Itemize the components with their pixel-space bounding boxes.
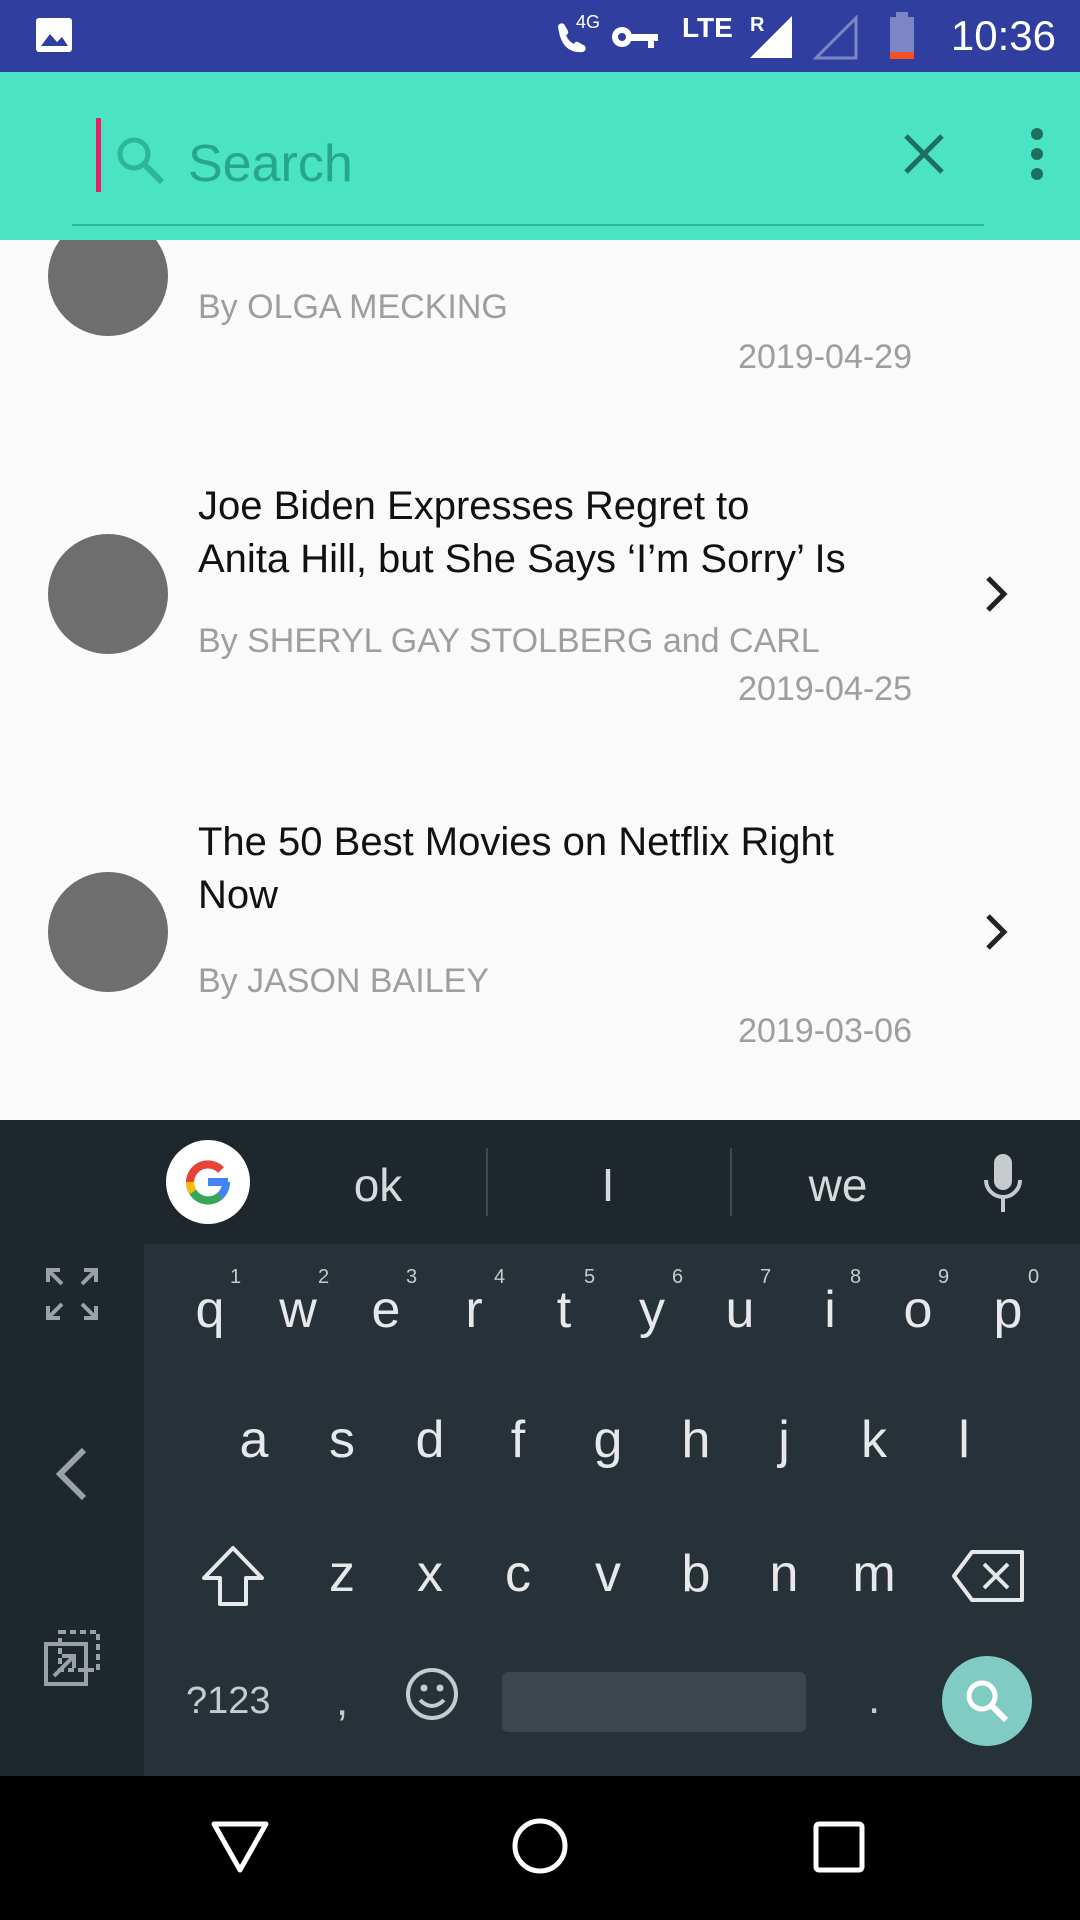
avatar [48, 534, 168, 654]
article-title: Joe Biden Expresses Regret to Anita Hill… [198, 480, 918, 586]
key-d[interactable]: d [386, 1410, 474, 1470]
key-b[interactable]: b [652, 1544, 740, 1604]
suggestion-3[interactable]: we [778, 1158, 898, 1212]
key-p[interactable]: p [964, 1280, 1052, 1340]
key-q[interactable]: q [166, 1280, 254, 1340]
article-author: By OLGA MECKING [198, 288, 508, 326]
suggestion-1[interactable]: ok [318, 1158, 438, 1212]
overflow-menu-icon[interactable] [1024, 126, 1050, 182]
key-s[interactable]: s [298, 1410, 386, 1470]
key-a[interactable]: a [210, 1410, 298, 1470]
battery-icon [890, 12, 914, 59]
article-author: By JASON BAILEY [198, 962, 489, 1000]
key-u[interactable]: u [696, 1280, 784, 1340]
article-title-line: Anita Hill, but She Says ‘I’m Sorry’ Is [198, 537, 846, 581]
key-y[interactable]: y [608, 1280, 696, 1340]
vpn-key-icon [612, 27, 658, 48]
key-j[interactable]: j [740, 1410, 828, 1470]
article-title-line: Now [198, 873, 279, 917]
key-o[interactable]: o [874, 1280, 962, 1340]
key-c[interactable]: c [474, 1544, 562, 1604]
article-title-line: The 50 Best Movies on Netflix Right [198, 820, 834, 864]
expand-icon[interactable] [44, 1266, 100, 1322]
emoji-icon[interactable] [404, 1666, 460, 1722]
article-date: 2019-03-06 [738, 1012, 912, 1050]
soft-keyboard: ok I we 1 2 3 4 5 6 7 8 9 0 q w e r t y … [0, 1120, 1080, 1776]
list-item[interactable]: Joe Biden Expresses Regret to Anita Hill… [0, 480, 1080, 816]
symbols-key[interactable]: ?123 [186, 1680, 271, 1723]
key-h[interactable]: h [652, 1410, 740, 1470]
article-list[interactable]: By OLGA MECKING 2019-04-29 Joe Biden Exp… [0, 240, 1080, 1120]
space-bar[interactable] [502, 1672, 806, 1732]
list-item[interactable]: The 50 Best Movies on Netflix Right Now … [0, 816, 1080, 1120]
nav-recents-icon[interactable] [812, 1820, 866, 1874]
avatar [48, 240, 168, 336]
gallery-icon [36, 18, 72, 52]
key-t[interactable]: t [520, 1280, 608, 1340]
key-i[interactable]: i [786, 1280, 874, 1340]
comma-key[interactable]: , [336, 1676, 348, 1726]
google-button[interactable] [166, 1140, 250, 1224]
nav-home-icon[interactable] [510, 1816, 570, 1876]
shift-icon[interactable] [198, 1544, 268, 1610]
floating-keyboard-icon[interactable] [42, 1628, 102, 1688]
suggestion-2[interactable]: I [548, 1158, 668, 1212]
chevron-right-icon [986, 576, 1008, 612]
key-n[interactable]: n [740, 1544, 828, 1604]
article-date: 2019-04-25 [738, 670, 912, 708]
article-title-line: Joe Biden Expresses Regret to [198, 484, 750, 528]
google-icon [185, 1160, 231, 1205]
suggestion-divider [486, 1148, 488, 1216]
key-x[interactable]: x [386, 1544, 474, 1604]
search-underline [72, 224, 984, 226]
status-bar: 4G LTE R 10:36 [0, 0, 1080, 72]
backspace-icon[interactable] [950, 1548, 1026, 1604]
search-toolbar: Search [0, 72, 1080, 240]
key-z[interactable]: z [298, 1544, 386, 1604]
key-w[interactable]: w [254, 1280, 342, 1340]
navigation-bar [0, 1776, 1080, 1920]
key-m[interactable]: m [830, 1544, 918, 1604]
chevron-right-icon [986, 914, 1008, 950]
key-l[interactable]: l [920, 1410, 1008, 1470]
article-date: 2019-04-29 [738, 338, 912, 376]
key-g[interactable]: g [564, 1410, 652, 1470]
clock: 10:36 [950, 12, 1056, 59]
mic-icon[interactable] [980, 1152, 1026, 1216]
text-cursor [96, 118, 101, 192]
call-badge: 4G [576, 12, 601, 32]
search-icon [117, 137, 165, 185]
article-title: The 50 Best Movies on Netflix Right Now [198, 816, 918, 922]
search-input[interactable]: Search [188, 134, 353, 194]
avatar [48, 872, 168, 992]
key-k[interactable]: k [830, 1410, 918, 1470]
key-e[interactable]: e [342, 1280, 430, 1340]
signal-icon [812, 14, 858, 60]
signal-icon [750, 16, 792, 58]
key-f[interactable]: f [474, 1410, 562, 1470]
period-key[interactable]: . [868, 1674, 880, 1724]
list-item[interactable]: By OLGA MECKING 2019-04-29 [0, 240, 1080, 480]
article-author: By SHERYL GAY STOLBERG and CARL [198, 622, 820, 660]
network-type: LTE [682, 12, 733, 43]
close-icon[interactable] [900, 130, 948, 178]
key-r[interactable]: r [430, 1280, 518, 1340]
suggestion-strip [0, 1120, 1080, 1244]
nav-back-icon[interactable] [210, 1818, 270, 1874]
back-arrow-icon[interactable] [52, 1446, 92, 1502]
search-action-button[interactable] [942, 1656, 1032, 1746]
keyboard-side-panel [0, 1244, 144, 1776]
suggestion-divider [730, 1148, 732, 1216]
key-v[interactable]: v [564, 1544, 652, 1604]
search-icon [966, 1680, 1009, 1723]
